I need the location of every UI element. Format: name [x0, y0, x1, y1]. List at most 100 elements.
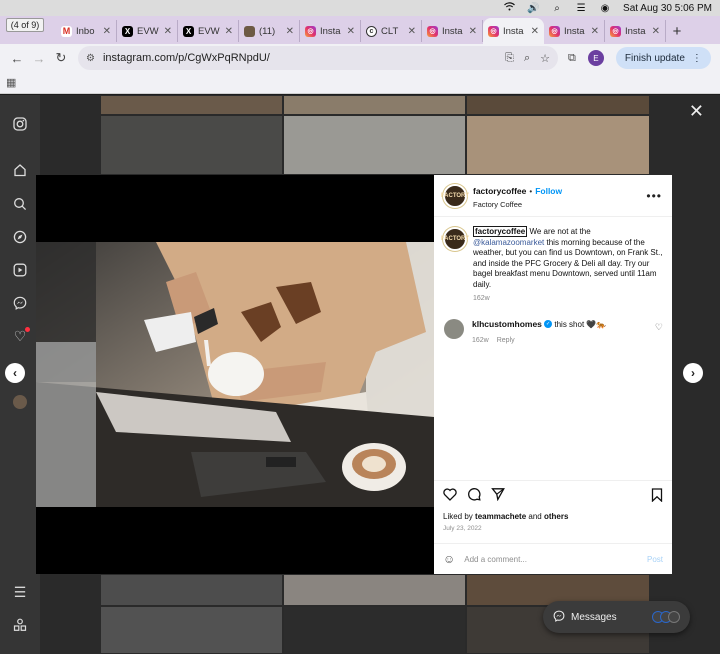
- back-arrow-icon[interactable]: ←: [6, 47, 28, 69]
- liked-by-user[interactable]: teammachete: [475, 512, 526, 521]
- control-center-icon[interactable]: ☰: [575, 3, 587, 14]
- address-bar[interactable]: ⚙ instagram.com/p/CgWxPqRNpdU/ ⎘ ⌕ ☆: [78, 46, 558, 70]
- profile-avatar[interactable]: [13, 395, 27, 409]
- grid-thumb[interactable]: [283, 574, 466, 606]
- finish-update-button[interactable]: Finish update ⋮: [615, 47, 711, 69]
- close-icon[interactable]: ✕: [347, 26, 355, 37]
- like-icon[interactable]: [443, 487, 457, 504]
- tab-x-1[interactable]: X EVW ✕: [117, 20, 178, 42]
- new-tab-button[interactable]: +: [666, 20, 688, 42]
- grid-thumb[interactable]: [100, 606, 283, 654]
- tab-x-2[interactable]: X EVW ✕: [178, 20, 239, 42]
- grid-thumb[interactable]: [466, 115, 650, 175]
- close-icon[interactable]: ✕: [286, 26, 294, 37]
- liked-by-others[interactable]: others: [544, 512, 568, 521]
- grid-thumb[interactable]: [283, 95, 466, 115]
- close-icon[interactable]: ✕: [103, 26, 111, 37]
- reload-icon[interactable]: ↻: [50, 47, 72, 69]
- tab-instagram-2[interactable]: ◎ Insta ✕: [422, 20, 483, 42]
- save-bookmark-icon[interactable]: [651, 488, 663, 505]
- grid-thumb[interactable]: [466, 95, 650, 115]
- profile-avatar[interactable]: E: [587, 50, 604, 66]
- bookmark-star-icon[interactable]: ☆: [540, 52, 550, 65]
- tab-instagram-1[interactable]: ◎ Insta ✕: [300, 20, 361, 42]
- browser-toolbar: ← → ↻ ⚙ instagram.com/p/CgWxPqRNpdU/ ⎘ ⌕…: [0, 44, 720, 72]
- share-icon[interactable]: [491, 487, 505, 504]
- post-media[interactable]: [36, 175, 434, 574]
- tab-instagram-5[interactable]: ◎ Insta ✕: [605, 20, 666, 42]
- reply-button[interactable]: Reply: [497, 337, 515, 344]
- more-icon[interactable]: [11, 616, 29, 634]
- grid-thumb[interactable]: [100, 574, 283, 606]
- tab-title: Insta: [320, 25, 341, 37]
- instagram-logo-icon[interactable]: [11, 115, 29, 133]
- next-post-arrow-icon[interactable]: ›: [683, 363, 703, 383]
- post-date[interactable]: July 23, 2022: [443, 525, 482, 532]
- more-options-icon[interactable]: •••: [646, 189, 662, 203]
- emoji-icon[interactable]: ☺: [443, 552, 455, 566]
- comment-text: this shot 🖤🐅: [554, 319, 607, 329]
- commenter-avatar[interactable]: [444, 318, 464, 339]
- commenter-username[interactable]: klhcustomhomes: [472, 319, 542, 329]
- caption-author-avatar[interactable]: FACTORY: [441, 227, 469, 251]
- follow-button[interactable]: Follow: [535, 186, 562, 196]
- grid-thumb[interactable]: [100, 115, 283, 175]
- site-settings-icon[interactable]: ⚙: [86, 53, 95, 64]
- add-comment-input[interactable]: Add a comment...: [464, 555, 647, 564]
- author-avatar[interactable]: FACTORY: [441, 183, 469, 208]
- cast-icon[interactable]: ⧉: [568, 52, 576, 65]
- reels-icon[interactable]: [11, 261, 29, 279]
- clock[interactable]: Sat Aug 30 5:06 PM: [623, 3, 712, 14]
- close-icon[interactable]: ✕: [591, 26, 599, 37]
- user-icon[interactable]: ◉: [599, 3, 611, 14]
- zoom-icon[interactable]: ⌕: [524, 52, 530, 65]
- notifications-icon[interactable]: ♡: [11, 327, 30, 345]
- close-icon[interactable]: ✕: [225, 26, 233, 37]
- grid-thumb[interactable]: [283, 606, 466, 654]
- author-username[interactable]: factorycoffee: [473, 186, 526, 196]
- search-icon[interactable]: ⌕: [551, 3, 563, 14]
- caption-mention[interactable]: @kalamazoomarket: [473, 238, 544, 247]
- volume-icon[interactable]: 🔊: [527, 3, 539, 14]
- caption-age[interactable]: 162w: [473, 294, 663, 305]
- tab-title: Insta: [503, 25, 524, 37]
- add-comment-bar: ☺ Add a comment... Post: [434, 543, 672, 574]
- search-icon[interactable]: [11, 195, 29, 213]
- site-icon: [244, 25, 255, 37]
- tab-instagram-4[interactable]: ◎ Insta ✕: [544, 20, 605, 42]
- comment-icon[interactable]: [467, 487, 481, 504]
- post-actions: [434, 480, 672, 510]
- previous-post-arrow-icon[interactable]: ‹: [5, 363, 25, 383]
- grid-thumb[interactable]: [100, 95, 283, 115]
- tab-instagram-active[interactable]: ◎ Insta ✕: [483, 18, 544, 44]
- messages-button[interactable]: Messages: [543, 601, 690, 633]
- comment-like-icon[interactable]: ♡: [655, 322, 663, 333]
- close-icon[interactable]: ✕: [689, 101, 704, 122]
- url-text[interactable]: instagram.com/p/CgWxPqRNpdU/: [103, 52, 495, 64]
- close-icon[interactable]: ✕: [408, 26, 416, 37]
- comment-age[interactable]: 162w: [472, 337, 489, 344]
- tab-title: Insta: [442, 25, 463, 37]
- tab-gmail[interactable]: M Inbo ✕: [56, 20, 117, 42]
- forward-arrow-icon[interactable]: →: [28, 47, 50, 69]
- tab-site[interactable]: (11) ✕: [239, 20, 300, 42]
- tab-title: Insta: [625, 25, 646, 37]
- caption-username[interactable]: factorycoffee: [473, 226, 528, 237]
- install-app-icon[interactable]: ⎘: [505, 52, 514, 65]
- menu-icon[interactable]: ☰: [11, 583, 29, 601]
- post-location[interactable]: Factory Coffee: [473, 200, 562, 209]
- x-icon: X: [122, 25, 133, 37]
- messenger-icon[interactable]: [11, 294, 29, 312]
- apps-grid-icon[interactable]: ▦: [6, 76, 16, 89]
- close-icon[interactable]: ✕: [469, 26, 477, 37]
- close-icon[interactable]: ✕: [652, 26, 660, 37]
- post-comment-button[interactable]: Post: [647, 555, 663, 564]
- grid-thumb[interactable]: [283, 115, 466, 175]
- close-icon[interactable]: ✕: [531, 26, 539, 37]
- home-icon[interactable]: [11, 161, 29, 179]
- close-icon[interactable]: ✕: [164, 26, 172, 37]
- explore-icon[interactable]: [11, 228, 29, 246]
- wifi-icon[interactable]: [503, 2, 515, 14]
- tab-clt[interactable]: c CLT ✕: [361, 20, 422, 42]
- post-header: FACTORY factorycoffee • Follow Factory Cof…: [434, 175, 672, 217]
